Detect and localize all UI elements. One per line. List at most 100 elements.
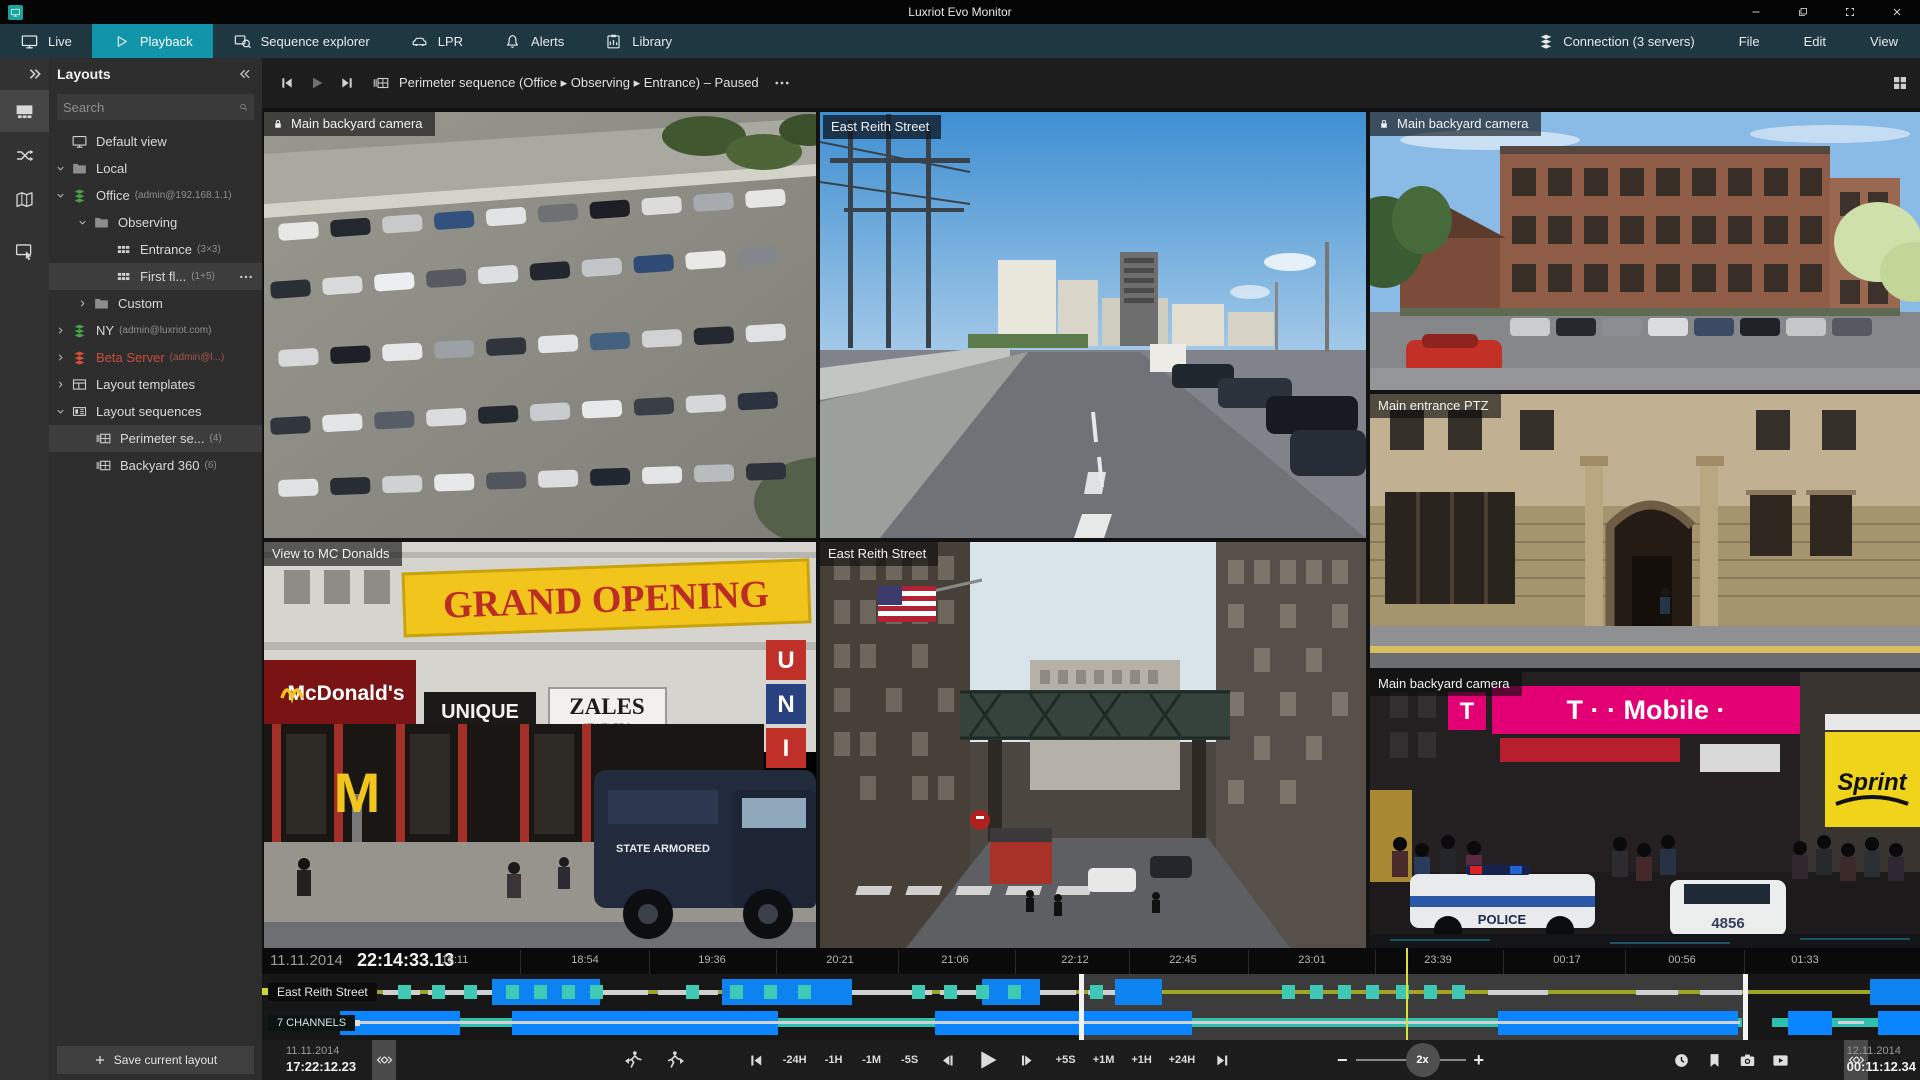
tree-item-backyard-sequence[interactable]: Backyard 360 (6) xyxy=(49,452,262,479)
tree-item-first-floor-layout[interactable]: First fl... (1+5) xyxy=(49,263,262,290)
bookmark-icon[interactable] xyxy=(1705,1051,1724,1070)
chevron-right-icon[interactable] xyxy=(49,352,71,363)
time-range-icon[interactable] xyxy=(1672,1051,1691,1070)
ruler-tick: 23:01 xyxy=(1298,954,1326,966)
track-label[interactable]: East Reith Street xyxy=(268,983,377,1001)
save-current-layout-button[interactable]: Save current layout xyxy=(57,1046,254,1074)
car-plate-icon xyxy=(410,32,429,51)
selection-end-handle[interactable] xyxy=(1743,974,1748,1040)
playhead[interactable] xyxy=(1406,948,1408,1040)
fwd-24h-button[interactable]: +24H xyxy=(1163,1040,1202,1080)
fullscreen-button[interactable] xyxy=(1826,0,1873,24)
selection-start-handle[interactable] xyxy=(1079,974,1084,1040)
chevron-down-icon[interactable] xyxy=(49,163,71,174)
tree-item-layout-sequences[interactable]: Layout sequences xyxy=(49,398,262,425)
camera-tile-backyard-2[interactable]: Main backyard camera xyxy=(1370,112,1920,390)
svg-text:I: I xyxy=(783,735,790,762)
tree-item-observing[interactable]: Observing xyxy=(49,209,262,236)
minimize-button[interactable] xyxy=(1732,0,1779,24)
track-all-channels[interactable]: 7 CHANNELS xyxy=(262,1008,1920,1038)
export-video-icon[interactable] xyxy=(1771,1051,1790,1070)
step-forward-button[interactable] xyxy=(1011,1040,1045,1080)
track-label[interactable]: 7 CHANNELS xyxy=(268,1015,356,1031)
svg-text:Sprint: Sprint xyxy=(1837,769,1907,796)
next-motion-event-icon[interactable] xyxy=(662,1049,684,1071)
layout-sequences-icon xyxy=(71,403,88,420)
tree-item-layout-templates[interactable]: Layout templates xyxy=(49,371,262,398)
view-menu[interactable]: View xyxy=(1848,24,1920,58)
chevron-down-icon[interactable] xyxy=(71,217,93,228)
zoom-out-button[interactable]: − xyxy=(1337,1050,1348,1071)
chevron-right-icon[interactable] xyxy=(49,325,71,336)
fwd-1m-button[interactable]: +1M xyxy=(1087,1040,1121,1080)
tab-playback[interactable]: Playback xyxy=(91,24,213,58)
previous-sequence-button[interactable] xyxy=(272,68,302,98)
rail-sequences-button[interactable] xyxy=(0,134,49,176)
tab-lpr[interactable]: LPR xyxy=(390,24,483,58)
jump-to-end-button[interactable] xyxy=(1205,1040,1239,1080)
restore-button[interactable] xyxy=(1779,0,1826,24)
back-5s-button[interactable]: -5S xyxy=(893,1040,927,1080)
tab-library[interactable]: Library xyxy=(584,24,692,58)
title-bar: Luxriot Evo Monitor xyxy=(0,0,1920,24)
search-input[interactable] xyxy=(63,99,239,115)
chevron-down-icon[interactable] xyxy=(49,190,71,201)
connection-menu[interactable]: Connection (3 servers) xyxy=(1515,24,1717,58)
timeline-ruler[interactable]: 11.11.2014 22:14:33.13 18:11 18:54 19:36 20… xyxy=(262,948,1920,974)
chevron-down-icon[interactable] xyxy=(49,406,71,417)
item-menu-icon[interactable] xyxy=(238,269,254,285)
tree-item-custom[interactable]: Custom xyxy=(49,290,262,317)
camera-tile-entrance-ptz[interactable]: Main entrance PTZ xyxy=(1370,394,1920,668)
tree-item-default-view[interactable]: Default view xyxy=(49,128,262,155)
timeline-tracks[interactable]: East Reith Street 7 CHANNELS xyxy=(262,974,1920,1040)
camera-tile-backyard-1[interactable]: Main backyard camera xyxy=(264,112,816,538)
snapshot-icon[interactable] xyxy=(1738,1051,1757,1070)
server-stack-icon xyxy=(71,187,88,204)
file-menu[interactable]: File xyxy=(1717,24,1782,58)
track-east-reith-street[interactable]: East Reith Street xyxy=(262,978,1920,1006)
sequence-icon xyxy=(95,457,112,474)
tree-item-perimeter-sequence[interactable]: Perimeter se... (4) xyxy=(49,425,262,452)
chevron-right-icon[interactable] xyxy=(49,379,71,390)
play-sequence-button[interactable] xyxy=(302,68,332,98)
expand-panel-icon[interactable] xyxy=(25,66,45,82)
step-back-button[interactable] xyxy=(931,1040,965,1080)
fwd-1h-button[interactable]: +1H xyxy=(1125,1040,1159,1080)
previous-motion-event-icon[interactable] xyxy=(622,1049,644,1071)
sequence-menu-icon[interactable] xyxy=(773,74,791,92)
back-1h-button[interactable]: -1H xyxy=(817,1040,851,1080)
rail-maps-button[interactable] xyxy=(0,178,49,220)
tree-item-local[interactable]: Local xyxy=(49,155,262,182)
fwd-5s-button[interactable]: +5S xyxy=(1049,1040,1083,1080)
camera-tile-backyard-3[interactable]: T T · · Mobile · Sprint POLICE 4856 Main… xyxy=(1370,672,1920,948)
tree-item-entrance-layout[interactable]: Entrance (3×3) xyxy=(49,236,262,263)
tree-item-office-server[interactable]: Office (admin@192.168.1.1) xyxy=(49,182,262,209)
jump-to-start-button[interactable] xyxy=(739,1040,773,1080)
next-sequence-button[interactable] xyxy=(332,68,362,98)
zoom-slider[interactable]: 2x xyxy=(1355,1043,1466,1077)
close-button[interactable] xyxy=(1873,0,1920,24)
folder-icon xyxy=(93,214,110,231)
layout-grid-icon[interactable] xyxy=(1890,74,1910,92)
camera-tile-mcdonalds[interactable]: GRAND OPENING U N I Q U E McDonald's UNI… xyxy=(264,542,816,948)
tab-sequence-explorer[interactable]: Sequence explorer xyxy=(213,24,390,58)
tree-item-ny-server[interactable]: NY (admin@luxriot.com) xyxy=(49,317,262,344)
monitor-icon xyxy=(20,32,39,51)
camera-tile-east-reith-selected[interactable]: East Reith Street xyxy=(820,112,1366,538)
collapse-panel-icon[interactable] xyxy=(236,67,254,81)
rail-layouts-button[interactable] xyxy=(0,90,49,132)
camera-tile-east-reith-2[interactable]: East Reith Street xyxy=(820,542,1366,948)
edit-menu[interactable]: Edit xyxy=(1782,24,1848,58)
tree-item-beta-server[interactable]: Beta Server (admin@l...) xyxy=(49,344,262,371)
chevron-right-icon[interactable] xyxy=(71,298,93,309)
play-icon xyxy=(112,32,131,51)
zoom-slider-handle[interactable]: 2x xyxy=(1405,1043,1440,1077)
rail-remote-monitor-button[interactable] xyxy=(0,230,49,272)
back-1m-button[interactable]: -1M xyxy=(855,1040,889,1080)
zoom-in-button[interactable]: + xyxy=(1474,1050,1485,1071)
play-button[interactable] xyxy=(969,1040,1007,1080)
range-start-adjust[interactable] xyxy=(372,1040,396,1080)
tab-alerts[interactable]: Alerts xyxy=(483,24,584,58)
tab-live[interactable]: Live xyxy=(0,24,92,58)
back-24h-button[interactable]: -24H xyxy=(777,1040,813,1080)
